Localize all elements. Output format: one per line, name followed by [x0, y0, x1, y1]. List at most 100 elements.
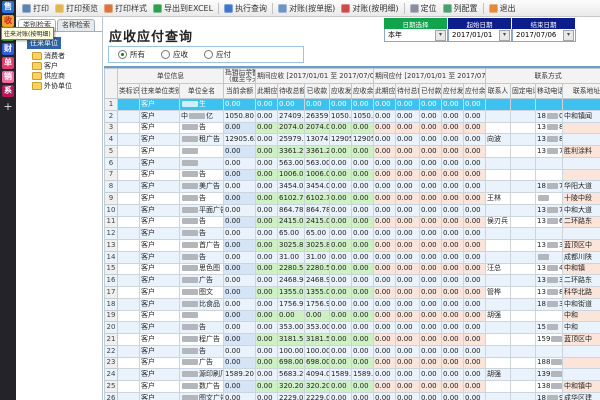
system-module-icon[interactable]: 系: [2, 85, 14, 97]
table-row[interactable]: 21客户程广告0.000.003181.503181.500.000.000.0…: [105, 334, 600, 346]
cell-current-balance[interactable]: 12905.63: [224, 134, 256, 146]
cell-pay-before[interactable]: 0.00: [374, 322, 396, 334]
cell-recv-before[interactable]: 0.00: [256, 298, 278, 310]
cell-unit-name[interactable]: 告: [180, 345, 224, 357]
cell-pay-total[interactable]: 0.00: [396, 146, 420, 158]
cell-landline[interactable]: [511, 134, 536, 146]
cell-recv-before[interactable]: 0.00: [256, 204, 278, 216]
cell-pay-occurred[interactable]: 0.00: [442, 298, 464, 310]
cell-contact-person[interactable]: [486, 146, 511, 158]
cell-current-balance[interactable]: 0.00: [224, 392, 256, 400]
cell-contact-person[interactable]: [486, 157, 511, 169]
table-row[interactable]: 4客户租广告12905.630.0025979.8313074.2012905.…: [105, 134, 600, 146]
reconcile-by-doc-button[interactable]: 对账(按单据): [275, 1, 338, 15]
cell-unit-category[interactable]: 客户: [140, 251, 180, 263]
cell-mobile[interactable]: [536, 99, 563, 111]
cell-mobile[interactable]: [536, 169, 563, 181]
cell-unit-name[interactable]: 生: [180, 99, 224, 111]
cell-current-balance[interactable]: 1050.80: [224, 110, 256, 122]
cell-pay-balance[interactable]: 0.00: [464, 169, 486, 181]
cell-address[interactable]: [563, 369, 600, 381]
cell-recv-total[interactable]: 31.00: [278, 251, 305, 263]
cell-class-flag[interactable]: [118, 99, 140, 111]
cell-recv-before[interactable]: 0.00: [256, 228, 278, 240]
cell-received[interactable]: 2074.00: [305, 122, 330, 134]
cell-row-number[interactable]: 22: [105, 345, 118, 357]
cell-recv-occurred[interactable]: 0.00: [330, 392, 352, 400]
cell-landline[interactable]: [511, 157, 536, 169]
date-range-select[interactable]: 本年▾: [384, 29, 448, 42]
cell-received[interactable]: 100.00: [305, 345, 330, 357]
cell-received[interactable]: 2415.00: [305, 216, 330, 228]
cell-address[interactable]: 胜利涂料: [563, 146, 600, 158]
cell-pay-total[interactable]: 0.00: [396, 228, 420, 240]
cell-pay-balance[interactable]: 0.00: [464, 322, 486, 334]
cell-address[interactable]: 蓝顶区中: [563, 334, 600, 346]
cell-mobile[interactable]: 15: [536, 322, 563, 334]
cell-paid[interactable]: 0.00: [420, 381, 442, 393]
cell-landline[interactable]: [511, 240, 536, 252]
cell-landline[interactable]: [511, 99, 536, 111]
cell-recv-before[interactable]: 0.00: [256, 240, 278, 252]
cell-pay-occurred[interactable]: 0.00: [442, 122, 464, 134]
cell-paid[interactable]: 0.00: [420, 122, 442, 134]
cell-pay-total[interactable]: 0.00: [396, 193, 420, 205]
cell-pay-before[interactable]: 0.00: [374, 298, 396, 310]
cell-unit-name[interactable]: 美广告: [180, 181, 224, 193]
cell-landline[interactable]: [511, 228, 536, 240]
table-row[interactable]: 23客户广告0.000.00698.00698.000.000.000.000.…: [105, 357, 600, 369]
cell-address[interactable]: [563, 345, 600, 357]
cell-recv-total[interactable]: 3454.00: [278, 181, 305, 193]
cell-pay-occurred[interactable]: 0.00: [442, 193, 464, 205]
cell-received[interactable]: 1355.00: [305, 287, 330, 299]
cell-pay-before[interactable]: 0.00: [374, 357, 396, 369]
cell-paid[interactable]: 0.00: [420, 193, 442, 205]
cell-paid[interactable]: 0.00: [420, 134, 442, 146]
cell-pay-before[interactable]: 0.00: [374, 381, 396, 393]
cell-current-balance[interactable]: 0.00: [224, 263, 256, 275]
cell-class-flag[interactable]: [118, 204, 140, 216]
cell-pay-before[interactable]: 0.00: [374, 275, 396, 287]
cell-class-flag[interactable]: [118, 228, 140, 240]
cell-paid[interactable]: 0.00: [420, 157, 442, 169]
cell-contact-person[interactable]: [486, 334, 511, 346]
cell-pay-occurred[interactable]: 0.00: [442, 157, 464, 169]
cell-unit-category[interactable]: 客户: [140, 228, 180, 240]
cell-mobile[interactable]: 1389: [536, 287, 563, 299]
cell-contact-person[interactable]: 向波: [486, 134, 511, 146]
cell-recv-before[interactable]: 0.00: [256, 110, 278, 122]
table-row[interactable]: 13客户首广告0.000.003025.803025.800.000.000.0…: [105, 240, 600, 252]
cell-pay-occurred[interactable]: 0.00: [442, 228, 464, 240]
cell-class-flag[interactable]: [118, 334, 140, 346]
cell-row-number[interactable]: 25: [105, 381, 118, 393]
cell-recv-before[interactable]: 0.00: [256, 251, 278, 263]
cell-recv-before[interactable]: 0.00: [256, 157, 278, 169]
cell-unit-name[interactable]: 思色图: [180, 263, 224, 275]
cell-landline[interactable]: [511, 287, 536, 299]
cell-pay-balance[interactable]: 0.00: [464, 263, 486, 275]
cell-paid[interactable]: 0.00: [420, 146, 442, 158]
run-query-button[interactable]: 执行查询: [221, 1, 270, 15]
cell-current-balance[interactable]: 0.00: [224, 216, 256, 228]
cell-mobile[interactable]: 1838: [536, 298, 563, 310]
cell-pay-balance[interactable]: 0.00: [464, 228, 486, 240]
cell-recv-total[interactable]: 698.00: [278, 357, 305, 369]
cell-row-number[interactable]: 8: [105, 181, 118, 193]
export-excel-button[interactable]: 导出到EXCEL: [150, 1, 216, 15]
cell-current-balance[interactable]: 0.00: [224, 251, 256, 263]
cell-address[interactable]: 成华区建: [563, 392, 600, 400]
cell-landline[interactable]: [511, 251, 536, 263]
cell-pay-total[interactable]: 0.00: [396, 357, 420, 369]
cell-unit-category[interactable]: 客户: [140, 181, 180, 193]
cell-unit-name[interactable]: 平面广告: [180, 204, 224, 216]
cell-pay-before[interactable]: 0.00: [374, 134, 396, 146]
cell-pay-balance[interactable]: 0.00: [464, 381, 486, 393]
cell-current-balance[interactable]: 0.00: [224, 146, 256, 158]
cell-paid[interactable]: 0.00: [420, 263, 442, 275]
cell-recv-before[interactable]: 0.00: [256, 193, 278, 205]
cell-recv-balance[interactable]: 0.00: [352, 99, 374, 111]
tree-item[interactable]: 客户: [19, 61, 102, 71]
cell-paid[interactable]: 0.00: [420, 369, 442, 381]
table-row[interactable]: 25客户数广告0.000.00320.20320.200.000.000.000…: [105, 381, 600, 393]
cell-pay-occurred[interactable]: 0.00: [442, 263, 464, 275]
